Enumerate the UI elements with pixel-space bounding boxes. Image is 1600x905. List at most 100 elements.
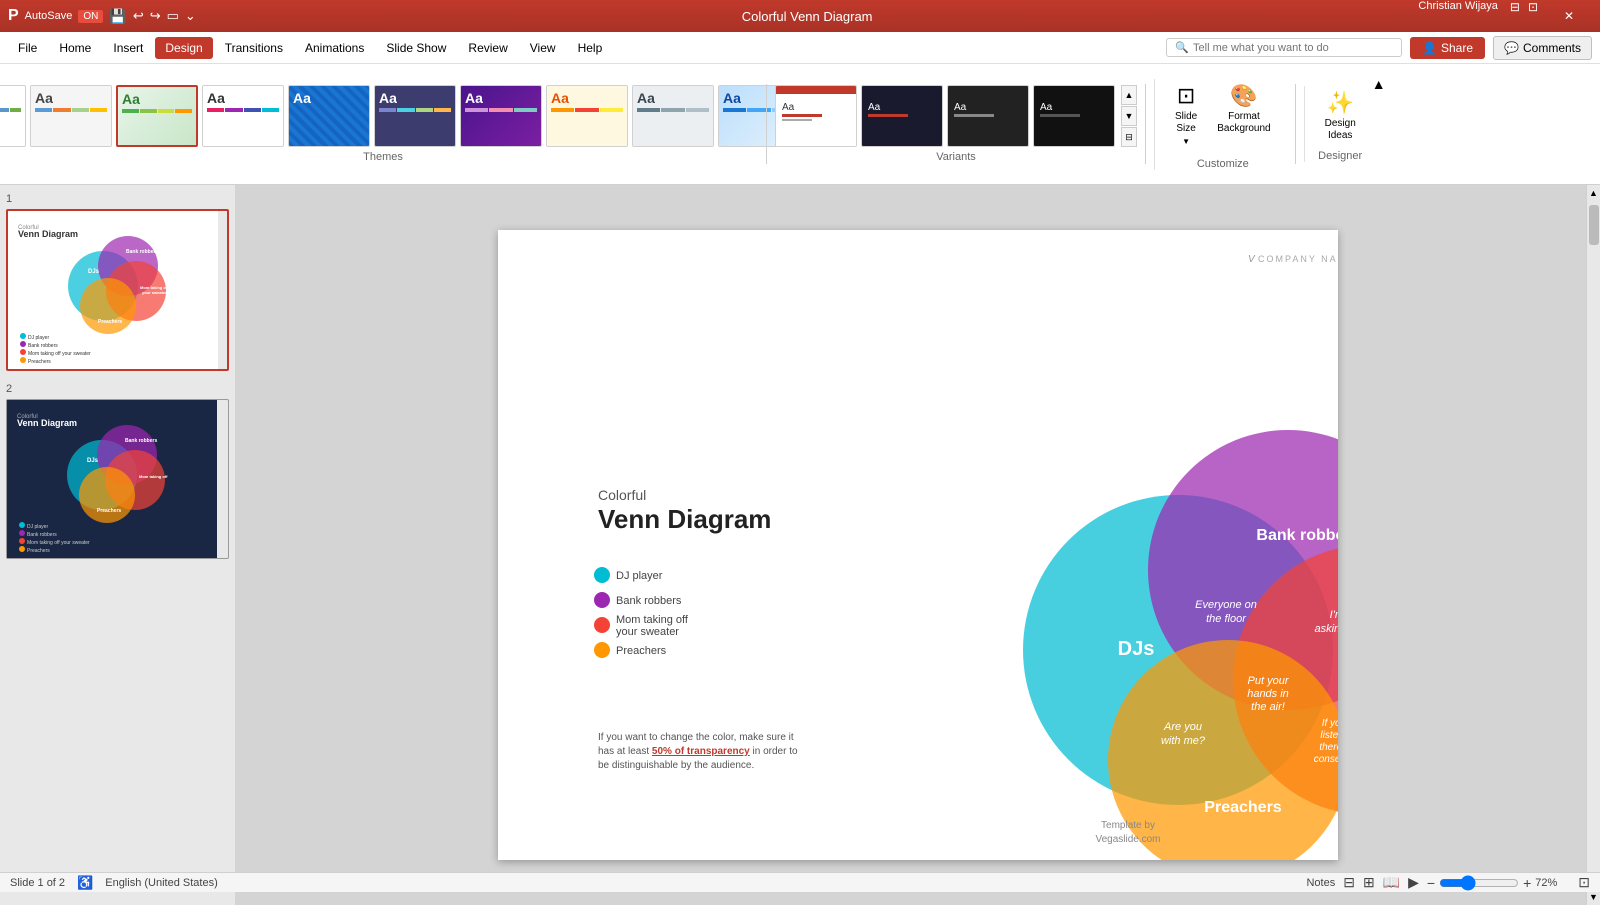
menu-slideshow[interactable]: Slide Show	[376, 37, 456, 59]
theme-9[interactable]: Aa	[632, 85, 714, 147]
theme-7[interactable]: Aa	[460, 85, 542, 147]
svg-text:Everyone on: Everyone on	[1195, 599, 1257, 611]
notes-button[interactable]: Notes	[1306, 877, 1335, 889]
variants-scroll-down[interactable]: ▼	[1121, 106, 1137, 126]
ribbon-collapse-button[interactable]: ▲	[1368, 72, 1390, 96]
scroll-thumb[interactable]	[1589, 205, 1599, 245]
zoom-slider[interactable]	[1439, 877, 1519, 889]
svg-text:there will be: there will be	[1319, 742, 1338, 753]
svg-text:Venn Diagram: Venn Diagram	[18, 229, 78, 239]
slide-size-icon: ⊡	[1177, 83, 1195, 109]
variant-1-preview: Aa	[776, 86, 857, 147]
scroll-up-button[interactable]: ▲	[1586, 185, 1600, 201]
qs-dropdown[interactable]: ⌄	[185, 8, 196, 24]
customize-label: Customize	[1197, 158, 1249, 170]
comments-button[interactable]: 💬 Comments	[1493, 36, 1592, 60]
theme-4[interactable]: Aa	[202, 85, 284, 147]
venn-diagram-svg: V COMPANY NAME Colorful Venn Diagram DJ …	[498, 230, 1338, 860]
theme-6[interactable]: Aa	[374, 85, 456, 147]
svg-text:Preachers: Preachers	[1204, 799, 1281, 816]
menu-design[interactable]: Design	[155, 37, 212, 59]
zoom-in-button[interactable]: +	[1523, 875, 1531, 891]
slide-size-button[interactable]: ⊡ SlideSize ▼	[1167, 79, 1205, 150]
close-button[interactable]: ✕	[1546, 0, 1592, 32]
design-ideas-button[interactable]: ✨ DesignIdeas	[1317, 86, 1364, 146]
window-settings-icon[interactable]: ⊟	[1510, 0, 1520, 32]
theme-office[interactable]: Aa	[0, 85, 26, 147]
menu-view[interactable]: View	[520, 37, 566, 59]
autosave-badge[interactable]: ON	[78, 10, 103, 23]
divider-2	[1145, 84, 1146, 164]
format-background-button[interactable]: 🎨 FormatBackground	[1209, 79, 1278, 150]
svg-text:your sweater: your sweater	[616, 626, 679, 638]
variants-grid: Aa Aa Aa	[775, 85, 1137, 147]
slide-thumbnail-2[interactable]: 2 Colorful Venn Diagram DJs Bank r	[6, 383, 229, 559]
titlebar-controls: Christian Wijaya ⊟ ⊡ ✕	[1418, 0, 1592, 32]
language: English (United States)	[105, 877, 218, 889]
menu-transitions[interactable]: Transitions	[215, 37, 293, 59]
svg-text:Template by: Template by	[1101, 820, 1155, 831]
theme-8[interactable]: Aa	[546, 85, 628, 147]
menu-review[interactable]: Review	[458, 37, 517, 59]
menu-file[interactable]: File	[8, 37, 47, 59]
menu-animations[interactable]: Animations	[295, 37, 374, 59]
titlebar-left: P AutoSave ON 💾 ↩ ↪ ▭ ⌄	[8, 7, 196, 25]
svg-text:your sweater: your sweater	[142, 290, 167, 295]
fit-slide-button[interactable]: ⊡	[1578, 874, 1590, 891]
canvas-area: V COMPANY NAME Colorful Venn Diagram DJ …	[235, 185, 1600, 905]
menu-home[interactable]: Home	[49, 37, 101, 59]
designer-label: Designer	[1318, 150, 1362, 162]
svg-text:Bank robbers: Bank robbers	[126, 249, 158, 255]
svg-text:Colorful: Colorful	[598, 487, 646, 503]
svg-text:Mom taking off: Mom taking off	[139, 474, 168, 479]
svg-text:Put your: Put your	[1247, 675, 1289, 687]
variants-scroll-up[interactable]: ▲	[1121, 85, 1137, 105]
svg-text:Preachers: Preachers	[28, 359, 51, 365]
themes-toolbar: Aa Aa	[0, 64, 1600, 184]
accessibility-icon[interactable]: ♿	[77, 875, 93, 891]
share-button[interactable]: 👤 Share	[1410, 37, 1485, 59]
zoom-level[interactable]: 72%	[1535, 877, 1570, 889]
slide-size-label: SlideSize	[1175, 111, 1197, 135]
normal-view-icon[interactable]: ⊟	[1343, 874, 1355, 891]
variant-3[interactable]: Aa	[947, 85, 1029, 147]
share-icon: 👤	[1422, 41, 1437, 55]
svg-text:If you want to change the colo: If you want to change the color, make su…	[598, 732, 794, 743]
divider-3	[1295, 84, 1296, 164]
svg-text:DJ player: DJ player	[27, 524, 48, 530]
slide-canvas: V COMPANY NAME Colorful Venn Diagram DJ …	[498, 230, 1338, 860]
slide-size-dropdown-icon: ▼	[1182, 137, 1190, 146]
variants-scroll-more[interactable]: ⊟	[1121, 127, 1137, 147]
theme-5[interactable]: Aa	[288, 85, 370, 147]
theme-3-active[interactable]: Aa	[116, 85, 198, 147]
variant-1[interactable]: Aa	[775, 85, 857, 147]
variant-2[interactable]: Aa	[861, 85, 943, 147]
reading-view-icon[interactable]: 📖	[1383, 874, 1400, 891]
svg-text:consequences: consequences	[1313, 754, 1337, 765]
menu-bar: File Home Insert Design Transitions Anim…	[0, 32, 1600, 64]
designer-section: ✨ DesignIdeas Designer	[1304, 86, 1364, 162]
save-icon[interactable]: 💾	[109, 8, 126, 25]
search-input[interactable]	[1193, 42, 1393, 54]
zoom-control: − + 72%	[1427, 875, 1570, 891]
slide-sorter-icon[interactable]: ⊞	[1363, 874, 1375, 891]
vertical-scrollbar[interactable]: ▲ ▼	[1586, 185, 1600, 905]
slide-thumbnail-1[interactable]: 1 Colorful Venn Diagram DJs	[6, 193, 229, 371]
svg-text:DJ player: DJ player	[28, 335, 49, 341]
undo-icon[interactable]: ↩	[133, 8, 144, 24]
zoom-out-button[interactable]: −	[1427, 875, 1435, 891]
menu-help[interactable]: Help	[568, 37, 613, 59]
svg-text:Venn Diagram: Venn Diagram	[17, 418, 77, 428]
design-ideas-icon: ✨	[1326, 90, 1353, 116]
window-restore-icon[interactable]: ⊡	[1528, 0, 1538, 32]
theme-2[interactable]: Aa	[30, 85, 112, 147]
menu-insert[interactable]: Insert	[103, 37, 153, 59]
svg-text:Mom taking off your sweater: Mom taking off your sweater	[27, 540, 90, 546]
redo-icon[interactable]: ↪	[150, 8, 161, 24]
present-icon[interactable]: ▭	[167, 8, 179, 24]
svg-text:Vegaslide.com: Vegaslide.com	[1095, 834, 1160, 845]
customize-section: ⊡ SlideSize ▼ 🎨 FormatBackground Customi…	[1154, 79, 1287, 170]
svg-text:COMPANY NAME: COMPANY NAME	[1258, 254, 1338, 264]
variant-4[interactable]: Aa	[1033, 85, 1115, 147]
slideshow-icon[interactable]: ▶	[1408, 874, 1419, 891]
